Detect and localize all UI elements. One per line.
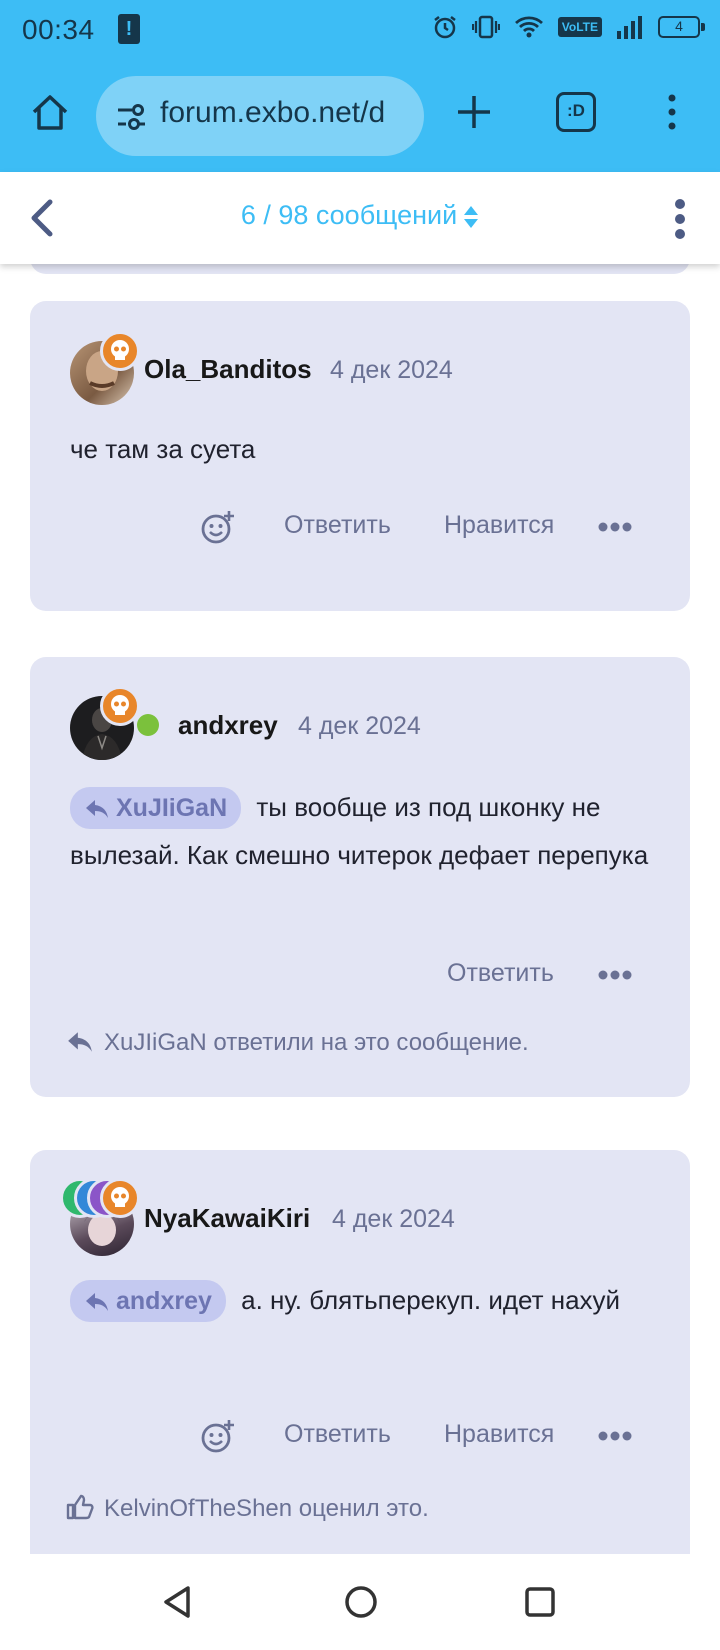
post-card: NyaKawaiKiri 4 дек 2024 andxrey а. ну. б… bbox=[30, 1150, 690, 1554]
post-counter-label: 6 / 98 сообщений bbox=[240, 200, 458, 230]
topic-menu-icon[interactable] bbox=[670, 198, 690, 240]
mention-name: XuJIiGaN bbox=[116, 794, 228, 822]
likes-summary[interactable]: KelvinOfTheShen оценил это. bbox=[66, 1494, 429, 1523]
site-settings-icon[interactable] bbox=[114, 100, 148, 134]
tab-switcher-button[interactable]: :D bbox=[556, 92, 596, 132]
reply-arrow-icon bbox=[86, 800, 108, 818]
address-bar[interactable]: forum.exbo.net/d bbox=[96, 76, 424, 156]
system-back-icon[interactable] bbox=[160, 1584, 194, 1620]
more-options-icon[interactable] bbox=[598, 1430, 632, 1442]
post-stream: Ola_Banditos 4 дек 2024 че там за суета … bbox=[0, 264, 720, 1554]
system-home-icon[interactable] bbox=[344, 1584, 378, 1620]
post-date[interactable]: 4 дек 2024 bbox=[298, 712, 421, 741]
post-card: Ola_Banditos 4 дек 2024 че там за суета … bbox=[30, 301, 690, 611]
status-bar: 00:34 ! VoLTE 4 bbox=[0, 0, 720, 62]
new-tab-icon[interactable] bbox=[454, 92, 494, 132]
post-body-text: а. ну. блятьперекуп. идет нахуй bbox=[241, 1285, 621, 1315]
skull-badge-icon bbox=[100, 1178, 140, 1218]
mention-name: andxrey bbox=[116, 1287, 212, 1315]
add-reaction-icon[interactable] bbox=[200, 1418, 236, 1454]
post-card: andxrey 4 дек 2024 XuJIiGaN ты вообще из… bbox=[30, 657, 690, 1097]
reply-mention[interactable]: XuJIiGaN bbox=[70, 787, 242, 829]
like-button[interactable]: Нравится bbox=[444, 1420, 554, 1449]
topic-navigation: 6 / 98 сообщений bbox=[0, 172, 720, 264]
previous-post-edge bbox=[30, 264, 690, 274]
post-author[interactable]: Ola_Banditos bbox=[144, 354, 312, 385]
post-date[interactable]: 4 дек 2024 bbox=[332, 1205, 455, 1234]
browser-toolbar: forum.exbo.net/d :D bbox=[0, 62, 720, 172]
browser-menu-icon[interactable] bbox=[660, 92, 684, 132]
skull-badge-icon bbox=[100, 331, 140, 371]
battery-alert-icon: ! bbox=[118, 14, 140, 44]
likes-summary-text: KelvinOfTheShen оценил это. bbox=[104, 1495, 429, 1522]
signal-icon bbox=[617, 16, 642, 39]
reply-mention[interactable]: andxrey bbox=[70, 1280, 226, 1322]
reply-arrow-icon bbox=[68, 1032, 92, 1052]
post-body: andxrey а. ну. блятьперекуп. идет нахуй bbox=[70, 1276, 654, 1324]
alarm-icon bbox=[434, 16, 456, 39]
reply-arrow-icon bbox=[86, 1293, 108, 1311]
system-navigation-bar bbox=[0, 1554, 720, 1650]
thumbs-up-icon bbox=[66, 1494, 94, 1520]
online-indicator bbox=[137, 714, 159, 736]
post-body: че там за суета bbox=[70, 434, 256, 464]
post-author[interactable]: andxrey bbox=[178, 710, 278, 741]
reply-button[interactable]: Ответить bbox=[284, 1420, 391, 1449]
replies-summary[interactable]: XuJIiGaN ответили на это сообщение. bbox=[66, 1029, 529, 1057]
battery-icon: 4 bbox=[658, 16, 705, 38]
post-body: XuJIiGaN ты вообще из под шконку не выле… bbox=[70, 783, 654, 879]
reply-button[interactable]: Ответить bbox=[284, 511, 391, 540]
post-counter[interactable]: 6 / 98 сообщений bbox=[0, 200, 720, 231]
sort-arrows-icon bbox=[464, 205, 479, 228]
home-icon[interactable] bbox=[28, 90, 72, 134]
skull-badge-icon bbox=[100, 686, 140, 726]
wifi-icon bbox=[514, 16, 543, 38]
post-date[interactable]: 4 дек 2024 bbox=[330, 356, 453, 385]
url-text[interactable]: forum.exbo.net/d bbox=[160, 96, 385, 130]
replies-summary-text: XuJIiGaN ответили на это сообщение. bbox=[104, 1029, 529, 1056]
system-recents-icon[interactable] bbox=[524, 1586, 556, 1618]
volte-badge: VoLTE bbox=[557, 17, 602, 37]
vibrate-icon bbox=[471, 15, 500, 39]
like-button[interactable]: Нравится bbox=[444, 511, 554, 540]
reply-button[interactable]: Ответить bbox=[447, 959, 554, 988]
add-reaction-icon[interactable] bbox=[200, 509, 236, 545]
more-options-icon[interactable] bbox=[598, 521, 632, 533]
status-time: 00:34 bbox=[22, 14, 95, 45]
post-author[interactable]: NyaKawaiKiri bbox=[144, 1203, 310, 1234]
more-options-icon[interactable] bbox=[598, 969, 632, 981]
